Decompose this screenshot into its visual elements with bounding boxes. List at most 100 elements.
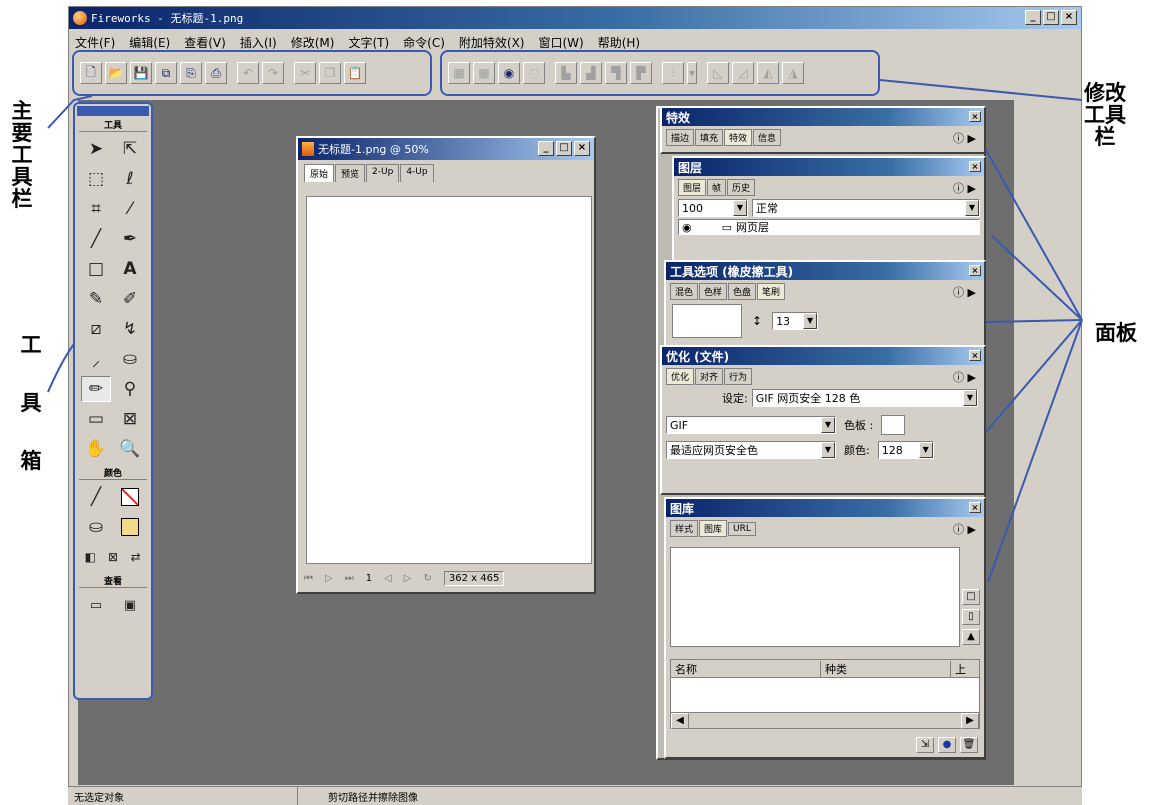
effects-close-icon[interactable]: ×: [969, 111, 981, 122]
tab-history[interactable]: 历史: [727, 179, 756, 196]
hotspot-tool-icon[interactable]: ▭: [81, 406, 111, 432]
column-name-header[interactable]: 名称: [671, 660, 821, 677]
zoom-tool-icon[interactable]: 🔍: [115, 436, 145, 462]
tab-layers[interactable]: 图层: [678, 179, 707, 196]
menu-window[interactable]: 窗口(W): [538, 34, 583, 51]
next-frame-icon[interactable]: ▷: [404, 573, 412, 584]
stroke-color-icon[interactable]: ╱: [81, 484, 111, 510]
fill-color-swatch[interactable]: [115, 514, 145, 540]
tab-frames[interactable]: 帧: [707, 179, 727, 196]
align-icon[interactable]: ⫶: [662, 62, 684, 84]
eraser-tool-icon[interactable]: ✏: [81, 376, 111, 402]
tab-preview[interactable]: 预览: [335, 164, 366, 182]
eyedropper-tool-icon[interactable]: ⸝: [81, 346, 111, 372]
save-icon[interactable]: 💾: [130, 62, 152, 84]
tab-original[interactable]: 原始: [304, 164, 335, 182]
prev-frame-icon[interactable]: ◁: [384, 573, 392, 584]
chevron-down-icon[interactable]: ▼: [821, 442, 835, 458]
new-file-icon[interactable]: 🗋: [80, 62, 102, 84]
line-tool-icon[interactable]: ╱: [81, 226, 111, 252]
trash-icon[interactable]: 🗑: [960, 737, 978, 753]
hand-tool-icon[interactable]: ✋: [81, 436, 111, 462]
play-icon[interactable]: ▷: [325, 573, 333, 584]
menu-commands[interactable]: 命令(C): [403, 34, 445, 51]
tab-mixer[interactable]: 混色: [670, 283, 699, 300]
colors-count-select[interactable]: 128 ▼: [877, 441, 934, 459]
undo-icon[interactable]: ↶: [237, 62, 259, 84]
doc-maximize-button[interactable]: □: [556, 141, 572, 156]
tab-stroke[interactable]: 描边: [666, 129, 695, 146]
pointer-tool-icon[interactable]: ➤: [81, 136, 111, 162]
freeform-tool-icon[interactable]: ↯: [115, 316, 145, 342]
tab-4up[interactable]: 4-Up: [400, 164, 434, 182]
close-button[interactable]: ×: [1061, 10, 1077, 25]
library-panel-title[interactable]: 图库 ×: [666, 499, 984, 517]
layer-blend-select[interactable]: 正常 ▼: [752, 199, 980, 217]
minimize-button[interactable]: _: [1025, 10, 1041, 25]
rubber-stamp-tool-icon[interactable]: ⚲: [115, 376, 145, 402]
tab-url[interactable]: URL: [728, 521, 756, 536]
tab-library[interactable]: 图库: [699, 520, 728, 537]
chevron-down-icon[interactable]: ▼: [803, 313, 818, 329]
flip-horizontal-icon[interactable]: ◭: [757, 62, 779, 84]
optimize-close-icon[interactable]: ×: [969, 350, 981, 361]
document-titlebar[interactable]: 无标题-1.png @ 50% _ □ ×: [298, 138, 594, 160]
send-to-back-icon[interactable]: ▛: [630, 62, 652, 84]
toolbox-header[interactable]: [77, 106, 149, 116]
tab-brush[interactable]: 笔刷: [757, 283, 786, 300]
tool-options-close-icon[interactable]: ×: [969, 265, 981, 276]
menu-insert[interactable]: 插入(I): [240, 34, 277, 51]
menu-edit[interactable]: 编辑(E): [129, 34, 170, 51]
chevron-down-icon[interactable]: ▼: [918, 442, 933, 458]
eye-icon[interactable]: ◉: [682, 221, 692, 234]
scroll-right-icon[interactable]: ▶: [961, 713, 979, 729]
slice-tool-icon[interactable]: ⊠: [115, 406, 145, 432]
chevron-down-icon[interactable]: ▼: [963, 390, 977, 406]
lasso-tool-icon[interactable]: ℓ: [115, 166, 145, 192]
menu-help[interactable]: 帮助(H): [598, 34, 640, 51]
send-backward-icon[interactable]: ▜: [605, 62, 627, 84]
ungroup-icon[interactable]: ▩: [473, 62, 495, 84]
menu-view[interactable]: 查看(V): [184, 34, 226, 51]
crop-tool-icon[interactable]: ⌗: [81, 196, 111, 222]
library-new-icon[interactable]: □: [962, 589, 980, 605]
library-close-icon[interactable]: ×: [969, 502, 981, 513]
default-colors-icon[interactable]: ◧: [81, 544, 100, 570]
open-file-icon[interactable]: 📂: [105, 62, 127, 84]
group-icon[interactable]: ▦: [448, 62, 470, 84]
redo-icon[interactable]: ↷: [262, 62, 284, 84]
help-icon[interactable]: ⓘ ▶: [953, 521, 976, 537]
palette-select[interactable]: 最适应网页安全色 ▼: [666, 441, 836, 459]
tab-behaviors[interactable]: 行为: [724, 368, 753, 385]
chevron-down-icon[interactable]: ▼: [733, 200, 747, 216]
paste-icon[interactable]: 📋: [344, 62, 366, 84]
align-dropdown-icon[interactable]: ▾: [687, 62, 697, 84]
layers-close-icon[interactable]: ×: [969, 161, 981, 172]
first-frame-icon[interactable]: ⏮: [304, 573, 313, 584]
flip-vertical-icon[interactable]: ◮: [782, 62, 804, 84]
tab-optimize[interactable]: 优化: [666, 368, 695, 385]
optimize-panel-title[interactable]: 优化 (文件) ×: [662, 347, 984, 365]
menu-file[interactable]: 文件(F): [75, 34, 115, 51]
pen-tool-icon[interactable]: ✒: [115, 226, 145, 252]
rectangle-tool-icon[interactable]: □: [81, 256, 111, 282]
tab-swatches[interactable]: 色样: [699, 283, 728, 300]
scroll-left-icon[interactable]: ◀: [671, 713, 689, 729]
help-icon[interactable]: ⓘ ▶: [953, 130, 976, 146]
effects-panel-title[interactable]: 特效 ×: [662, 108, 984, 126]
paint-bucket-tool-icon[interactable]: ⛀: [115, 346, 145, 372]
maximize-button[interactable]: □: [1043, 10, 1059, 25]
tab-align[interactable]: 对齐: [695, 368, 724, 385]
layer-opacity-input[interactable]: 100 ▼: [678, 199, 748, 217]
marquee-tool-icon[interactable]: ⬚: [81, 166, 111, 192]
help-icon[interactable]: ⓘ ▶: [953, 284, 976, 300]
scroll-up-icon[interactable]: ▲: [962, 629, 980, 645]
tab-effect[interactable]: 特效: [724, 129, 753, 146]
library-import-icon[interactable]: ⇲: [916, 737, 934, 753]
subselect-tool-icon[interactable]: ⇱: [115, 136, 145, 162]
swap-colors-icon[interactable]: ⇄: [126, 544, 145, 570]
rotate-ccw-icon[interactable]: ◺: [707, 62, 729, 84]
bring-to-front-icon[interactable]: ▙: [555, 62, 577, 84]
bring-forward-icon[interactable]: ▟: [580, 62, 602, 84]
magic-wand-tool-icon[interactable]: ⁄: [115, 196, 145, 222]
